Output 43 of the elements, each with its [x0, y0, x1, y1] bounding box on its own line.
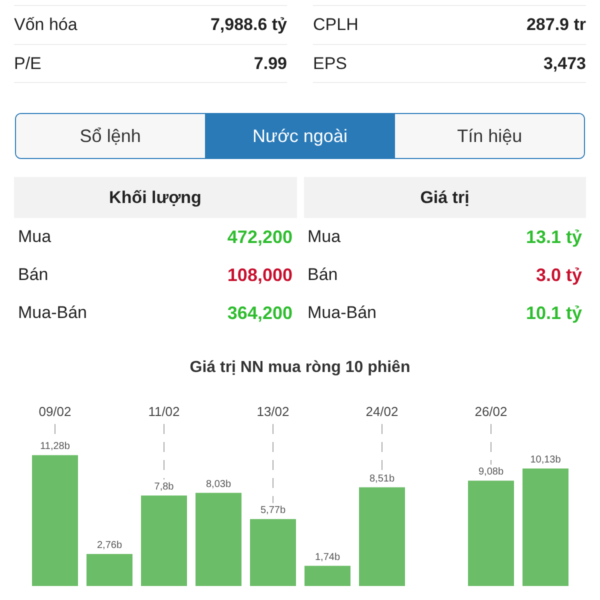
bar: [250, 519, 296, 586]
row-label: Mua-Bán: [308, 302, 376, 324]
row-label: Mua-Bán: [18, 302, 87, 324]
stat-value: 287.9 tr: [526, 14, 586, 36]
stat-label: CPLH: [313, 14, 358, 36]
stat-value: 3,473: [543, 52, 586, 75]
stat-value: 7,988.6 tỷ: [210, 14, 287, 36]
row-value: 472,200: [227, 226, 292, 248]
row-value: 364,200: [227, 302, 292, 324]
value-label: 8,51b: [369, 473, 395, 484]
column-header: Giá trị: [304, 177, 586, 218]
value-label: 7,8b: [154, 482, 174, 493]
row-value: 13.1 tỷ: [526, 226, 582, 249]
row-label: Mua: [308, 226, 341, 248]
stat-value: 7.99: [254, 52, 287, 75]
date-label: 11/02: [148, 404, 180, 419]
value-label: 1,74b: [314, 552, 340, 563]
bar: [304, 566, 350, 586]
value-label: 2,76b: [96, 540, 122, 551]
segment-tab[interactable]: Nước ngoài: [204, 114, 394, 158]
date-label: 13/02: [256, 404, 290, 419]
date-label: 24/02: [366, 404, 398, 419]
segment-tab[interactable]: Sổ lệnh: [16, 114, 205, 158]
date-label: 26/02: [474, 404, 508, 419]
row-value: 10.1 tỷ: [526, 302, 582, 325]
row-label: Mua: [18, 226, 52, 248]
row-value: 108,000: [227, 264, 292, 286]
row-label: Bán: [308, 264, 338, 286]
chart-title: Giá trị NN mua ròng 10 phiên: [188, 358, 412, 378]
value-label: 10,13b: [530, 454, 561, 466]
stat-label: EPS: [313, 52, 348, 75]
date-label: 09/02: [38, 404, 72, 419]
row-label: Bán: [18, 264, 48, 286]
value-label: 8,03b: [206, 478, 232, 490]
value-label: 9,08b: [478, 466, 504, 478]
bar: [86, 554, 132, 586]
value-label: 11,28b: [40, 441, 70, 452]
stat-label: P/E: [14, 52, 42, 75]
row-value: 3.0 tỷ: [536, 264, 582, 287]
segment-tab[interactable]: Tín hiệu: [394, 114, 584, 158]
column-header: Khối lượng: [14, 177, 296, 218]
value-label: 5,77b: [260, 505, 286, 516]
stat-label: Vốn hóa: [14, 14, 78, 36]
